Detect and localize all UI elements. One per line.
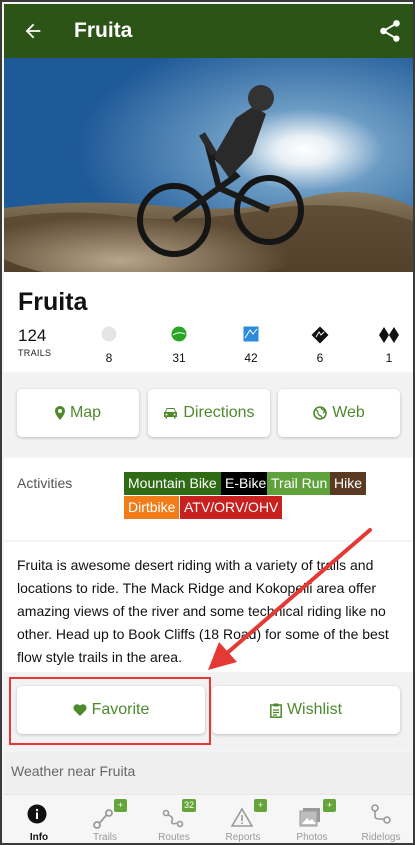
directions-button-label: Directions [183, 404, 255, 421]
info-icon [27, 804, 47, 824]
reports-icon [231, 807, 253, 827]
nav-badge: + [323, 799, 336, 812]
weather-label: Weather near Fruita [11, 763, 136, 779]
back-button[interactable] [8, 4, 58, 58]
blue-square-icon [243, 326, 259, 342]
wishlist-button[interactable]: Wishlist [212, 686, 400, 734]
nav-item-info[interactable]: Info [4, 795, 74, 843]
nav-badge: + [114, 799, 127, 812]
difficulty-white-circle: 8 [89, 326, 129, 365]
nav-item-label: Reports [225, 832, 261, 843]
nav-item-label: Routes [158, 832, 190, 843]
globe-icon [313, 406, 327, 420]
wishlist-button-label: Wishlist [286, 701, 343, 718]
action-buttons: Map Directions Web [4, 374, 413, 456]
mountain-bike-photo [4, 58, 413, 272]
nav-item-routes[interactable]: 32 Routes [139, 795, 209, 843]
white-circle-icon [101, 326, 117, 342]
share-button[interactable] [377, 18, 403, 44]
double-black-diamond-icon [379, 327, 399, 343]
app-bar: Fruita [4, 4, 413, 58]
page-title: Fruita [74, 19, 133, 42]
activity-tag: ATV/ORV/OHV [180, 496, 283, 519]
area-name: Fruita [18, 288, 88, 316]
activity-tag: Hike [330, 472, 367, 495]
annotation-highlight-box [9, 677, 211, 745]
map-button-label: Map [69, 404, 102, 421]
nav-item-label: Ridelogs [361, 832, 401, 843]
photos-icon [299, 808, 320, 827]
hero-photo [4, 58, 413, 272]
nav-item-label: Trails [92, 832, 118, 843]
difficulty-blue-square: 42 [231, 326, 271, 365]
trail-count: 124 TRAILS [18, 326, 68, 358]
routes-icon [162, 809, 184, 828]
favorite-row: Favorite Wishlist [4, 673, 413, 750]
nav-item-ridelogs[interactable]: Ridelogs [346, 795, 413, 843]
description-text: Fruita is awesome desert riding with a v… [17, 557, 389, 665]
app-frame: Fruita Fruita 124 TRAILS 8 31 42 6 1 Map… [0, 0, 415, 845]
difficulty-count: 6 [316, 351, 324, 365]
arrow-left-icon [25, 23, 41, 39]
activities-section: Activities Mountain Bike E-Bike Trail Ru… [4, 458, 413, 540]
activity-tag: E-Bike [221, 472, 271, 495]
difficulty-black-diamond: 6 [300, 326, 340, 365]
directions-button[interactable]: Directions [148, 389, 270, 437]
difficulty-green-circle: 31 [159, 326, 199, 365]
nav-item-reports[interactable]: + Reports [208, 795, 278, 843]
nav-item-photos[interactable]: + Photos [277, 795, 347, 843]
nav-badge: + [254, 799, 267, 812]
area-summary: Fruita 124 TRAILS 8 31 42 6 1 [4, 272, 413, 372]
ridelogs-icon [371, 804, 391, 824]
nav-item-label: Info [29, 832, 49, 843]
car-icon [164, 408, 178, 419]
clipboard-icon [269, 703, 282, 718]
activity-tag: Trail Run [267, 472, 332, 495]
trails-icon [93, 809, 113, 829]
map-button[interactable]: Map [17, 389, 139, 437]
nav-item-trails[interactable]: + Trails [70, 795, 140, 843]
activity-tag: Mountain Bike [124, 472, 221, 495]
green-circle-icon [171, 326, 187, 342]
activities-label: Activities [17, 475, 73, 491]
difficulty-count: 31 [172, 351, 186, 365]
area-description: Fruita is awesome desert riding with a v… [4, 542, 413, 672]
nav-item-label: Photos [296, 832, 328, 843]
difficulty-count: 1 [385, 351, 393, 365]
share-icon [380, 20, 400, 42]
bottom-nav: Info + Trails 32 Routes + Reports + Phot… [4, 794, 413, 843]
trail-count-label: TRAILS [18, 348, 52, 358]
black-diamond-icon [311, 326, 329, 344]
map-marker-icon [54, 406, 65, 420]
difficulty-double-black-diamond: 1 [369, 326, 409, 365]
weather-section[interactable]: Weather near Fruita [4, 752, 413, 794]
web-button[interactable]: Web [278, 389, 400, 437]
nav-badge: 32 [182, 799, 197, 812]
difficulty-count: 8 [105, 351, 113, 365]
trail-count-value: 124 [18, 326, 47, 345]
web-button-label: Web [332, 404, 365, 421]
difficulty-count: 42 [244, 351, 258, 365]
activity-tag: Dirtbike [124, 496, 180, 519]
